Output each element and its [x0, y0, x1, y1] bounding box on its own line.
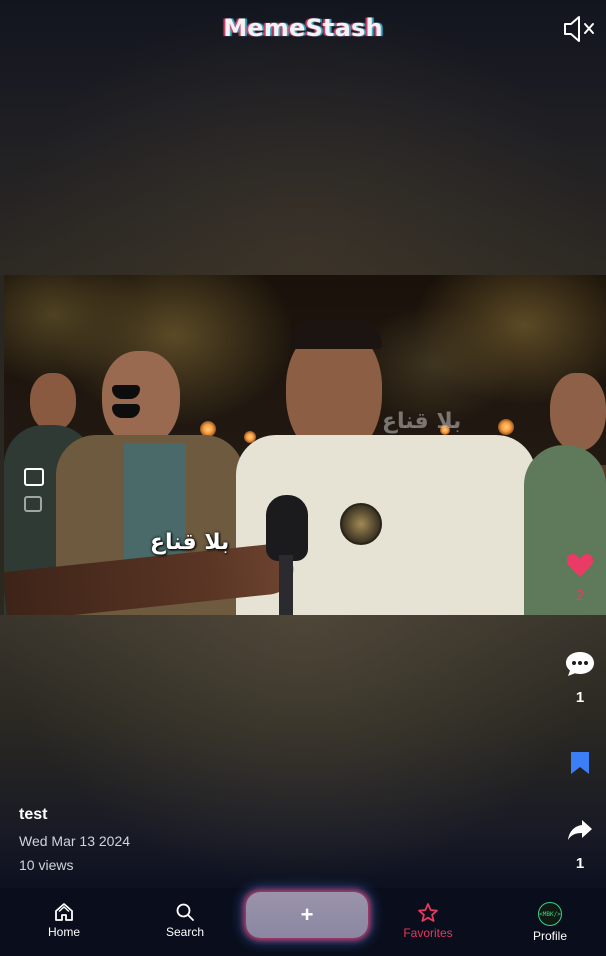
- video-feed[interactable]: بلا قناع بلا قناع MemeStash 2 1 1 test W…: [0, 0, 606, 888]
- save-button[interactable]: [556, 750, 604, 781]
- bottom-navigation: Home Search + Favorites <MBK/> Profile: [0, 888, 606, 956]
- like-count: 2: [575, 587, 585, 604]
- nav-favorites[interactable]: Favorites: [383, 902, 473, 940]
- speaker-muted-icon: [564, 16, 594, 42]
- post-title: test: [19, 806, 48, 823]
- video-frame-icon[interactable]: [24, 468, 44, 486]
- like-control: 2: [556, 552, 604, 604]
- speech-bubble-icon: [566, 652, 594, 676]
- post-meta: test Wed Mar 13 2024 10 views: [19, 806, 130, 873]
- search-icon: [176, 903, 194, 921]
- share-arrow-icon: [568, 820, 592, 840]
- nav-search-label: Search: [165, 925, 205, 939]
- post-date: Wed Mar 13 2024: [19, 833, 131, 849]
- share-count: 1: [575, 855, 585, 872]
- avatar-icon: <MBK/>: [538, 902, 562, 926]
- plus-icon: +: [300, 902, 314, 927]
- save-control: [556, 750, 604, 781]
- nav-home-label: Home: [47, 925, 80, 939]
- nav-favorites-label: Favorites: [403, 926, 453, 940]
- nav-profile-label: Profile: [532, 929, 567, 943]
- create-post-button[interactable]: +: [246, 892, 368, 938]
- heart-icon: [566, 554, 594, 577]
- jacket-emblem: [340, 503, 382, 545]
- video-caption: بلا قناع: [150, 530, 230, 555]
- video-frame-icon-secondary[interactable]: [24, 496, 42, 512]
- street-light: [498, 419, 514, 435]
- post-views: 10 views: [19, 857, 74, 873]
- home-icon: [55, 903, 73, 921]
- comment-button[interactable]: [556, 650, 604, 683]
- comment-count: 1: [575, 689, 585, 706]
- microphone: [266, 495, 308, 561]
- share-control: 1: [556, 818, 604, 872]
- share-button[interactable]: [556, 818, 604, 847]
- microphone-handle: [279, 555, 293, 615]
- video-watermark: بلا قناع: [382, 409, 462, 434]
- nav-home[interactable]: Home: [19, 902, 109, 939]
- mute-button[interactable]: [562, 14, 598, 44]
- video-player[interactable]: بلا قناع بلا قناع: [4, 275, 606, 615]
- app-logo: MemeStash: [223, 14, 383, 42]
- sunglasses: [112, 385, 180, 418]
- comment-control: 1: [556, 650, 604, 706]
- nav-profile[interactable]: <MBK/> Profile: [505, 902, 595, 943]
- star-icon: [418, 903, 438, 922]
- bookmark-icon: [571, 752, 589, 774]
- nav-search[interactable]: Search: [140, 902, 230, 939]
- like-button[interactable]: [556, 552, 604, 583]
